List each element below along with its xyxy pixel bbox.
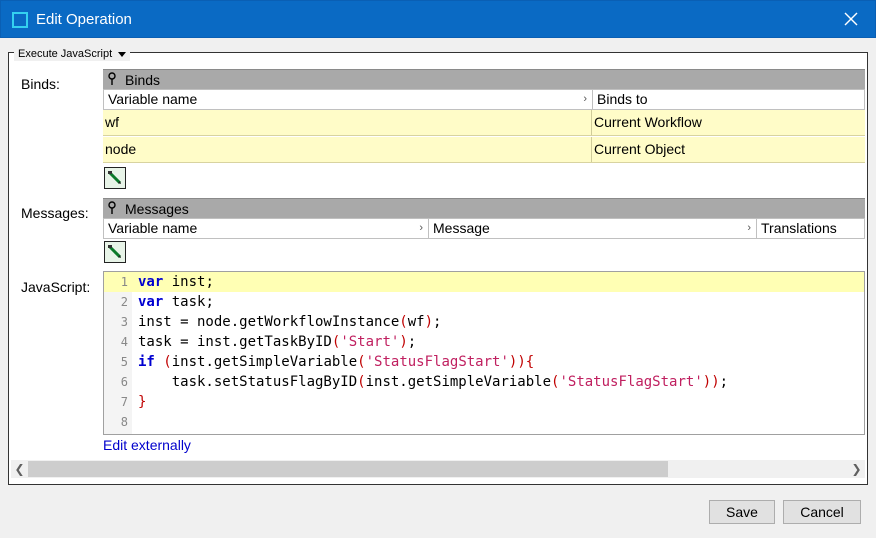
- close-button[interactable]: [841, 9, 861, 29]
- code-line[interactable]: 4 task = inst.getTaskByID('Start');: [104, 332, 864, 352]
- column-label: Variable name: [108, 220, 198, 236]
- pin-icon[interactable]: [107, 72, 119, 86]
- line-number: 3: [120, 315, 128, 329]
- code-line[interactable]: 6 task.setStatusFlagByID(inst.getSimpleV…: [104, 372, 864, 392]
- add-bind-button[interactable]: [104, 167, 126, 189]
- save-button[interactable]: Save: [709, 500, 775, 524]
- cell-binds-to[interactable]: Current Workflow: [592, 110, 865, 135]
- line-number: 2: [120, 295, 128, 309]
- pencil-icon: [108, 171, 122, 185]
- chevron-right-icon: ›: [583, 93, 587, 105]
- table-row[interactable]: node Current Object: [103, 137, 865, 163]
- table-row[interactable]: wf Current Workflow: [103, 110, 865, 136]
- close-icon: [844, 12, 858, 26]
- code-line[interactable]: 2 var task;: [104, 292, 864, 312]
- chevron-right-icon[interactable]: ❯: [848, 460, 865, 478]
- code-line[interactable]: 1 var inst;: [104, 272, 864, 292]
- edit-externally-link[interactable]: Edit externally: [103, 437, 191, 453]
- column-label: Variable name: [108, 91, 198, 107]
- group-legend[interactable]: Execute JavaScript: [14, 47, 131, 61]
- javascript-label: JavaScript:: [21, 279, 91, 295]
- chevron-right-icon: ›: [419, 222, 423, 234]
- line-number: 1: [120, 275, 128, 289]
- add-message-button[interactable]: [104, 241, 126, 263]
- dropdown-arrow-icon: [118, 51, 127, 57]
- column-binds-to[interactable]: Binds to: [593, 90, 864, 109]
- binds-grid-header: Binds: [103, 69, 865, 89]
- pencil-icon: [108, 245, 122, 259]
- messages-grid-header: Messages: [103, 198, 865, 218]
- title-bar: Edit Operation: [0, 0, 876, 38]
- messages-label: Messages:: [21, 205, 89, 221]
- column-translations[interactable]: Translations: [757, 219, 864, 238]
- line-number: 4: [120, 335, 128, 349]
- binds-label: Binds:: [21, 76, 60, 92]
- column-label: Binds to: [597, 91, 648, 107]
- group-legend-label: Execute JavaScript: [18, 48, 113, 60]
- column-variable-name[interactable]: Variable name ›: [104, 219, 429, 238]
- line-number: 5: [120, 355, 128, 369]
- cell-variable[interactable]: node: [103, 137, 592, 162]
- horizontal-scrollbar[interactable]: ❮ ❯: [11, 460, 865, 478]
- javascript-code-editor[interactable]: 1 var inst; 2 var task; 3 inst = node.getWo…: [103, 271, 865, 435]
- cell-variable[interactable]: wf: [103, 110, 592, 135]
- line-number: 6: [120, 375, 128, 389]
- chevron-right-icon: ›: [747, 222, 751, 234]
- window-icon: [12, 12, 28, 28]
- binds-grid-title: Binds: [125, 72, 161, 88]
- chevron-left-icon[interactable]: ❮: [11, 460, 28, 478]
- line-number: 8: [120, 415, 128, 429]
- line-number: 7: [120, 395, 128, 409]
- column-variable-name[interactable]: Variable name ›: [104, 90, 593, 109]
- column-message[interactable]: Message ›: [429, 219, 757, 238]
- window-title: Edit Operation: [36, 11, 132, 28]
- messages-column-header: Variable name › Message › Translations: [103, 218, 865, 239]
- code-line[interactable]: 7}: [104, 392, 864, 412]
- scrollbar-thumb[interactable]: [28, 461, 668, 477]
- cancel-button[interactable]: Cancel: [783, 500, 861, 524]
- code-line[interactable]: 5 if (inst.getSimpleVariable('StatusFlagS…: [104, 352, 864, 372]
- code-line[interactable]: 3 inst = node.getWorkflowInstance(wf);: [104, 312, 864, 332]
- column-label: Translations: [761, 220, 837, 236]
- messages-grid-title: Messages: [125, 201, 189, 217]
- pin-icon[interactable]: [107, 201, 119, 215]
- column-label: Message: [433, 220, 490, 236]
- binds-column-header: Variable name › Binds to: [103, 89, 865, 110]
- cell-binds-to[interactable]: Current Object: [592, 137, 865, 162]
- code-line[interactable]: 8: [104, 412, 864, 432]
